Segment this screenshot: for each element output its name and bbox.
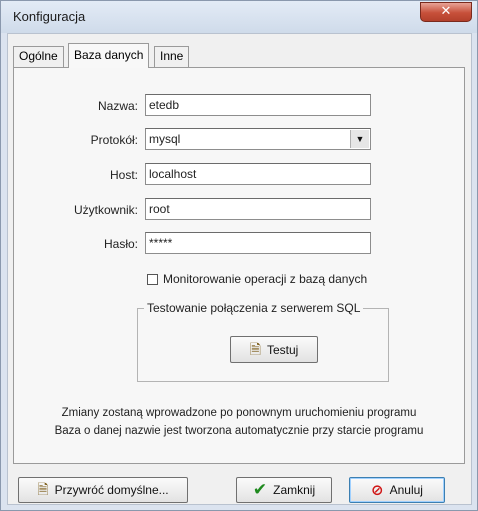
cancel-button-label: Anuluj [389,483,423,497]
test-connection-legend: Testowanie połączenia z serwerem SQL [144,301,364,315]
info-restart-text: Zmiany zostaną wprowadzone po ponownym u… [61,407,417,419]
host-label: Host: [109,168,138,182]
password-label: Hasło: [103,237,138,251]
restore-defaults-button[interactable]: 🗎 Przywróć domyślne... [18,477,188,503]
name-label: Nazwa: [97,99,138,113]
close-button[interactable]: ✔ Zamknij [236,477,332,503]
close-icon: ✕ [440,4,452,19]
tab-general[interactable]: Ogólne [13,46,64,67]
restore-defaults-label: Przywróć domyślne... [54,483,169,497]
cancel-icon: ⊘ [371,481,384,499]
password-field[interactable]: ***** [145,232,371,254]
protocol-selected-value: mysql [149,132,181,146]
doc-icon: 🗎 [249,341,261,358]
info-autocreate-text: Baza o danej nazwie jest tworzona automa… [54,425,424,437]
monitor-checkbox[interactable] [147,274,158,285]
database-tab-panel: Nazwa: etedb Protokół: mysql ▼ Host: loc… [13,67,465,464]
test-button[interactable]: 🗎 Testuj [230,336,318,363]
cancel-button[interactable]: ⊘ Anuluj [349,477,445,503]
chevron-down-icon[interactable]: ▼ [350,130,369,148]
dialog-client-area: Ogólne Baza danych Inne Nazwa: etedb Pro… [7,33,472,505]
check-icon: ✔ [252,480,268,500]
close-window-button[interactable]: ✕ [420,2,472,22]
configuration-window: Konfiguracja ✕ Ogólne Baza danych Inne N… [0,0,478,511]
tab-database[interactable]: Baza danych [68,43,150,68]
name-field[interactable]: etedb [145,94,371,116]
tab-other[interactable]: Inne [154,46,190,67]
test-connection-group: Testowanie połączenia z serwerem SQL 🗎 T… [137,301,389,382]
host-field[interactable]: localhost [145,163,371,185]
close-button-label: Zamknij [273,483,316,497]
doc-icon: 🗎 [37,482,49,498]
title-bar[interactable]: Konfiguracja ✕ [1,1,477,33]
window-title: Konfiguracja [13,9,86,24]
user-label: Użytkownik: [73,203,138,217]
protocol-label: Protokół: [90,133,138,147]
test-button-label: Testuj [266,342,299,357]
monitor-checkbox-label: Monitorowanie operacji z bazą danych [163,272,368,286]
user-field[interactable]: root [145,198,371,220]
protocol-select[interactable]: mysql ▼ [145,128,371,150]
